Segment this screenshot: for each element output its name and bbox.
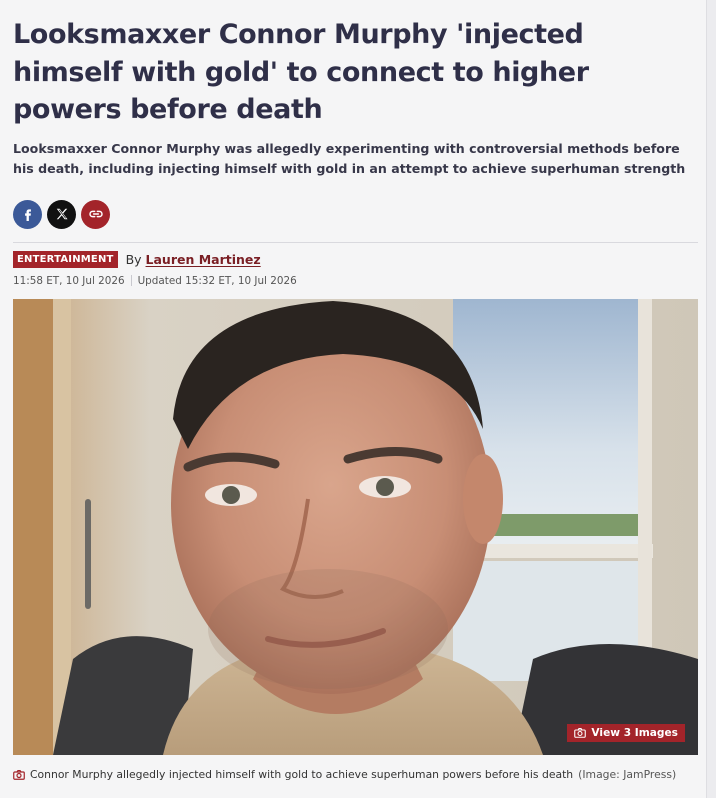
camera-icon <box>13 769 25 780</box>
facebook-icon <box>24 209 31 221</box>
standfirst: Looksmaxxer Connor Murphy was allegedly … <box>13 140 686 176</box>
updated-time: Updated 15:32 ET, 10 Jul 2026 <box>137 274 297 287</box>
byline: ENTERTAINMENT By Lauren Martinez <box>13 250 698 268</box>
view-images-button[interactable]: View 3 Images <box>567 724 685 742</box>
scrollbar[interactable] <box>706 0 716 798</box>
article-header: Looksmaxxer Connor Murphy 'injected hims… <box>13 0 698 287</box>
divider <box>13 241 698 243</box>
caption-text: Connor Murphy allegedly injected himself… <box>30 768 574 781</box>
x-icon <box>56 208 68 220</box>
byline-text: By Lauren Martinez <box>126 252 261 267</box>
timestamps: 11:58 ET, 10 Jul 2026 Updated 15:32 ET, … <box>13 275 698 287</box>
link-icon <box>88 210 103 218</box>
caption-credit: (Image: JamPress) <box>578 768 677 781</box>
headline: Looksmaxxer Connor Murphy 'injected hims… <box>13 19 589 125</box>
copy-link-button[interactable] <box>81 199 110 229</box>
camera-icon <box>574 728 587 738</box>
share-buttons <box>13 199 698 229</box>
view-images-label: View 3 Images <box>591 727 678 739</box>
by-label: By <box>125 251 142 267</box>
category-badge[interactable]: ENTERTAINMENT <box>13 250 118 268</box>
facebook-share-button[interactable] <box>13 199 42 229</box>
hero-image[interactable]: View 3 Images <box>13 299 698 755</box>
image-caption: Connor Murphy allegedly injected himself… <box>13 768 703 781</box>
published-time: 11:58 ET, 10 Jul 2026 <box>13 274 125 287</box>
author-link[interactable]: Lauren Martinez <box>146 252 261 267</box>
timestamp-separator <box>130 275 132 286</box>
x-share-button[interactable] <box>47 199 76 229</box>
portrait-photo <box>13 299 698 755</box>
